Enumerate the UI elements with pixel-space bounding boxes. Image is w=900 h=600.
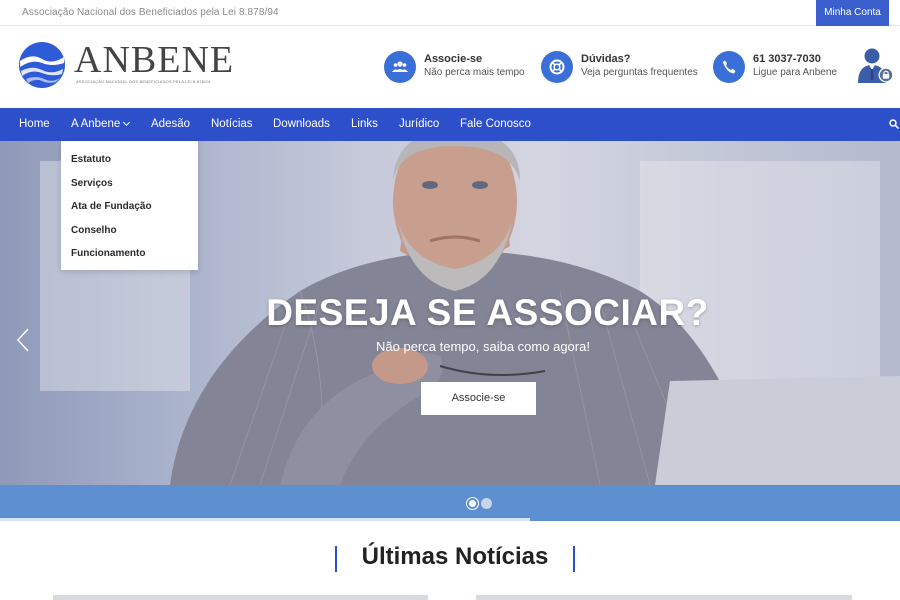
hero-title: DESEJA SE ASSOCIAR? xyxy=(266,292,709,333)
topbar-tagline: Associação Nacional dos Beneficiados pel… xyxy=(22,7,279,18)
search-icon[interactable] xyxy=(889,119,899,129)
dropdown-item-funcionamento[interactable]: Funcionamento xyxy=(71,248,145,259)
lifebuoy-icon xyxy=(541,51,573,83)
nav-item-adesao[interactable]: Adesão xyxy=(151,108,190,141)
header-info-subtitle: Não perca mais tempo xyxy=(424,67,525,78)
news-card[interactable] xyxy=(476,595,852,600)
header-info-title: Dúvidas? xyxy=(581,53,631,65)
nav-item-label: A Anbene xyxy=(71,118,121,130)
title-divider-right xyxy=(573,546,575,572)
header-info-subtitle: Ligue para Anbene xyxy=(753,67,837,78)
top-bar: Associação Nacional dos Beneficiados pel… xyxy=(0,0,900,26)
slider-controls xyxy=(0,485,900,521)
dropdown-item-estatuto[interactable]: Estatuto xyxy=(71,154,111,165)
a-anbene-dropdown-menu: Estatuto Serviços Ata de Fundação Consel… xyxy=(61,141,198,270)
slide-dot-1[interactable] xyxy=(467,498,478,509)
join-button[interactable]: Associe-se xyxy=(421,382,536,415)
nav-item-fale-conosco[interactable]: Fale Conosco xyxy=(460,108,531,141)
header-info-title: Associe-se xyxy=(424,53,483,65)
nav-item-home[interactable]: Home xyxy=(19,108,50,141)
section-title: Últimas Notícias xyxy=(361,543,549,570)
dropdown-item-ata-fundacao[interactable]: Ata de Fundação xyxy=(71,201,152,212)
logo-icon[interactable] xyxy=(18,41,66,89)
my-account-button[interactable]: Minha Conta xyxy=(816,0,889,26)
header-info-title: 61 3037-7030 xyxy=(753,53,821,65)
news-card[interactable] xyxy=(53,595,428,600)
latest-news-section: Últimas Notícias xyxy=(0,521,900,600)
phone-icon xyxy=(713,51,745,83)
nav-item-downloads[interactable]: Downloads xyxy=(273,108,330,141)
nav-item-juridico[interactable]: Jurídico xyxy=(399,108,439,141)
nav-item-noticias[interactable]: Notícias xyxy=(211,108,253,141)
nav-item-links[interactable]: Links xyxy=(351,108,378,141)
chevron-left-icon[interactable] xyxy=(16,328,30,352)
header-info-subtitle: Veja perguntas frequentes xyxy=(581,67,698,78)
group-icon xyxy=(384,51,416,83)
site-header: ANBENE ASSOCIAÇÃO NACIONAL DOS BENEFICIA… xyxy=(0,26,900,108)
brand-subtitle: ASSOCIAÇÃO NACIONAL DOS BENEFICIADOS PEL… xyxy=(76,79,211,84)
dropdown-item-servicos[interactable]: Serviços xyxy=(71,178,113,189)
slide-dot-2[interactable] xyxy=(481,498,492,509)
hero-subtitle: Não perca tempo, saiba como agora! xyxy=(376,339,590,354)
brand-name[interactable]: ANBENE xyxy=(74,40,234,80)
main-nav: Home A Anbene Adesão Notícias Downloads … xyxy=(0,108,900,141)
user-login-icon[interactable] xyxy=(856,46,896,84)
dropdown-item-conselho[interactable]: Conselho xyxy=(71,225,117,236)
nav-item-a-anbene[interactable]: A Anbene xyxy=(71,108,131,141)
chevron-down-icon xyxy=(123,118,131,127)
